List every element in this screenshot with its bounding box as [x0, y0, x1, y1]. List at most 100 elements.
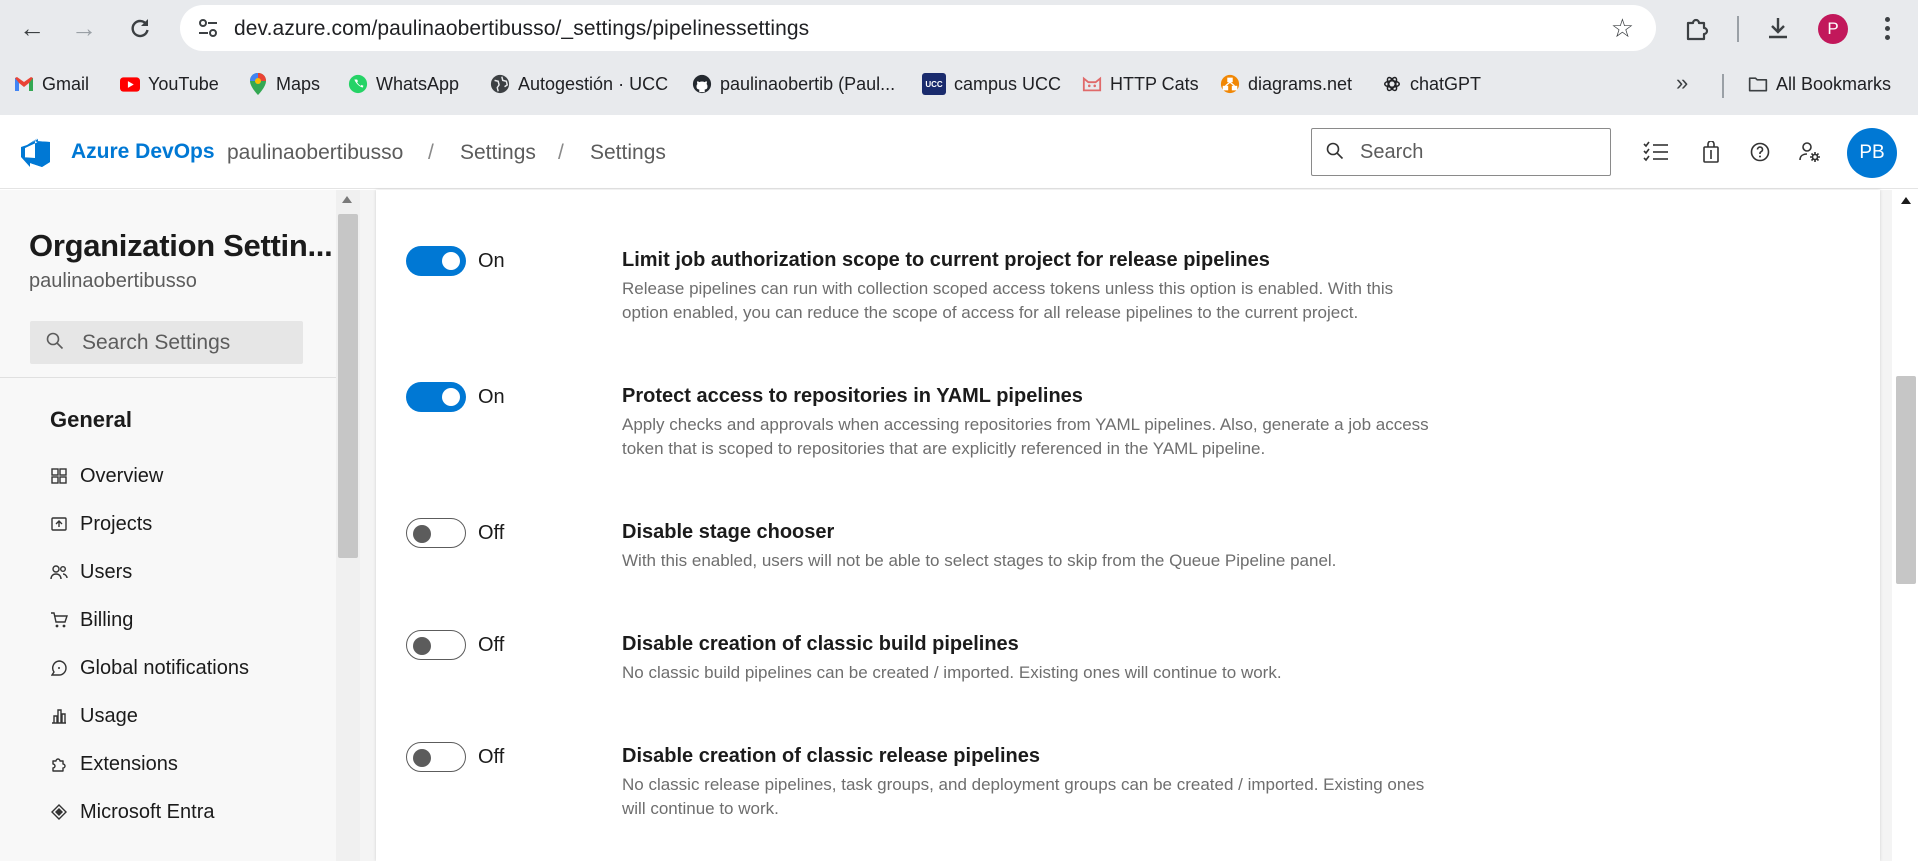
- toggle-state-label: On: [478, 386, 505, 408]
- toggle-state-label: Off: [478, 522, 505, 544]
- bookmark-http-cats[interactable]: HTTP Cats: [1082, 66, 1199, 102]
- breadcrumb-settings[interactable]: Settings: [460, 141, 536, 165]
- main-scroll-up-arrow-icon[interactable]: [1901, 197, 1911, 204]
- user-settings-gear-icon[interactable]: [1795, 137, 1825, 167]
- sidebar-item-label: Users: [80, 560, 133, 583]
- sidebar-group-title: General: [50, 407, 132, 432]
- browser-profile-avatar[interactable]: P: [1818, 14, 1848, 44]
- sidebar-item-label: Billing: [80, 608, 134, 631]
- work-items-checklist-icon[interactable]: [1641, 137, 1671, 167]
- setting-description: No classic release pipelines, task group…: [622, 775, 1425, 818]
- breadcrumb-separator: /: [558, 141, 564, 164]
- downloads-icon[interactable]: [1761, 12, 1795, 44]
- azure-devops-logo-icon[interactable]: [18, 137, 52, 167]
- header-search-input[interactable]: [1360, 137, 1600, 167]
- projects-icon: [50, 515, 68, 533]
- setting-row: On Limit job authorization scope to curr…: [376, 236, 1880, 336]
- bookmark-gmail[interactable]: Gmail: [14, 66, 89, 102]
- bookmark-diagrams[interactable]: diagrams.net: [1220, 66, 1352, 102]
- breadcrumb-separator: /: [428, 141, 434, 164]
- user-avatar[interactable]: PB: [1847, 128, 1897, 178]
- setting-toggle[interactable]: [406, 382, 466, 412]
- bookmark-github[interactable]: paulinaobertib (Paul...: [692, 66, 895, 102]
- bookmark-star-icon[interactable]: ☆: [1611, 14, 1634, 42]
- bookmark-label: Maps: [276, 73, 321, 94]
- bookmark-autogestion[interactable]: Autogestión · UCC: [490, 66, 668, 102]
- bookmarks-divider: [1722, 74, 1724, 98]
- bookmark-label: YouTube: [148, 73, 219, 94]
- setting-toggle[interactable]: [406, 246, 466, 276]
- bookmark-label: paulinaobertib (Paul...: [720, 73, 896, 94]
- breadcrumb-organization[interactable]: paulinaobertibusso: [227, 141, 403, 165]
- sidebar-item-users[interactable]: Users: [50, 554, 132, 590]
- sidebar-item-projects[interactable]: Projects: [50, 506, 152, 542]
- sidebar-item-label: Projects: [80, 512, 153, 535]
- setting-description: Apply checks and approvals when accessin…: [622, 415, 1429, 458]
- back-arrow-icon[interactable]: ←: [14, 10, 50, 46]
- entra-icon: [50, 803, 68, 821]
- setting-title: Disable creation of classic release pipe…: [622, 745, 1040, 767]
- browser-toolbar: ← → dev.azure.com/paulinaobertibusso/_se…: [0, 0, 1918, 115]
- all-bookmarks-button[interactable]: All Bookmarks: [1748, 66, 1891, 102]
- bookmark-maps[interactable]: Maps: [248, 66, 320, 102]
- setting-toggle[interactable]: [406, 630, 466, 660]
- chatgpt-icon: [1382, 74, 1402, 94]
- bookmark-campus-ucc[interactable]: UCC campus UCC: [922, 66, 1061, 102]
- site-info-icon[interactable]: [194, 14, 222, 42]
- sidebar-item-extensions[interactable]: Extensions: [50, 746, 178, 782]
- extensions-puzzle-icon: [50, 755, 68, 773]
- sidebar-subtitle: paulinaobertibusso: [29, 270, 197, 292]
- url-text[interactable]: dev.azure.com/paulinaobertibusso/_settin…: [234, 17, 809, 41]
- bookmark-label: Autogestión · UCC: [518, 73, 669, 94]
- setting-description: With this enabled, users will not be abl…: [622, 551, 1337, 570]
- search-icon: [1326, 142, 1344, 165]
- pipelines-settings-panel: On Limit job authorization scope to curr…: [376, 190, 1880, 861]
- setting-toggle[interactable]: [406, 742, 466, 772]
- sidebar-item-overview[interactable]: Overview: [50, 458, 163, 494]
- bookmarks-bar: Gmail YouTube Maps WhatsApp Autogestión …: [0, 66, 1918, 102]
- settings-search-box[interactable]: [30, 321, 303, 364]
- sidebar-item-label: Usage: [80, 704, 138, 727]
- more-bookmarks-chevron-icon[interactable]: »: [1676, 70, 1688, 96]
- setting-title: Protect access to repositories in YAML p…: [622, 385, 1083, 407]
- sidebar-item-microsoft-entra[interactable]: Microsoft Entra: [50, 794, 214, 830]
- toolbar-divider: [1737, 16, 1739, 42]
- toggle-knob: [413, 637, 431, 655]
- help-icon[interactable]: [1745, 137, 1775, 167]
- bookmark-chatgpt[interactable]: chatGPT: [1382, 66, 1481, 102]
- users-icon: [50, 563, 68, 581]
- toggle-knob: [442, 252, 460, 270]
- bookmark-youtube[interactable]: YouTube: [120, 66, 219, 102]
- header-search-box[interactable]: [1311, 128, 1611, 176]
- sidebar-item-usage[interactable]: Usage: [50, 698, 138, 734]
- setting-toggle[interactable]: [406, 518, 466, 548]
- sidebar-item-billing[interactable]: Billing: [50, 602, 133, 638]
- ucc-icon: UCC: [922, 73, 946, 95]
- extensions-icon[interactable]: [1680, 12, 1714, 44]
- gmail-icon: [14, 74, 34, 94]
- ado-brand-link[interactable]: Azure DevOps: [71, 140, 215, 164]
- sidebar-scroll-up-arrow-icon[interactable]: [342, 196, 352, 203]
- toggle-state-label: Off: [478, 746, 505, 768]
- setting-title: Disable stage chooser: [622, 521, 835, 543]
- reload-icon[interactable]: [122, 10, 158, 46]
- main-scrollbar-thumb[interactable]: [1896, 376, 1916, 584]
- browser-menu-icon[interactable]: [1872, 12, 1902, 44]
- marketplace-bag-icon[interactable]: [1696, 137, 1726, 167]
- bookmark-whatsapp[interactable]: WhatsApp: [348, 66, 459, 102]
- forward-arrow-icon[interactable]: →: [66, 10, 102, 46]
- toggle-state-label: On: [478, 250, 505, 272]
- github-icon: [692, 74, 712, 94]
- bookmark-label: WhatsApp: [376, 73, 460, 94]
- setting-row: Off Disable creation of classic release …: [376, 732, 1880, 832]
- toggle-knob: [442, 388, 460, 406]
- address-bar[interactable]: dev.azure.com/paulinaobertibusso/_settin…: [180, 5, 1656, 51]
- sidebar-item-global-notifications[interactable]: Global notifications: [50, 650, 249, 686]
- toggle-knob: [413, 749, 431, 767]
- settings-search-input[interactable]: [82, 328, 292, 358]
- all-bookmarks-label: All Bookmarks: [1776, 73, 1892, 94]
- breadcrumb-current-settings[interactable]: Settings: [590, 141, 666, 165]
- sidebar-scrollbar-thumb[interactable]: [338, 214, 358, 558]
- setting-row: Off Disable creation of classic build pi…: [376, 620, 1880, 720]
- search-icon: [46, 332, 64, 355]
